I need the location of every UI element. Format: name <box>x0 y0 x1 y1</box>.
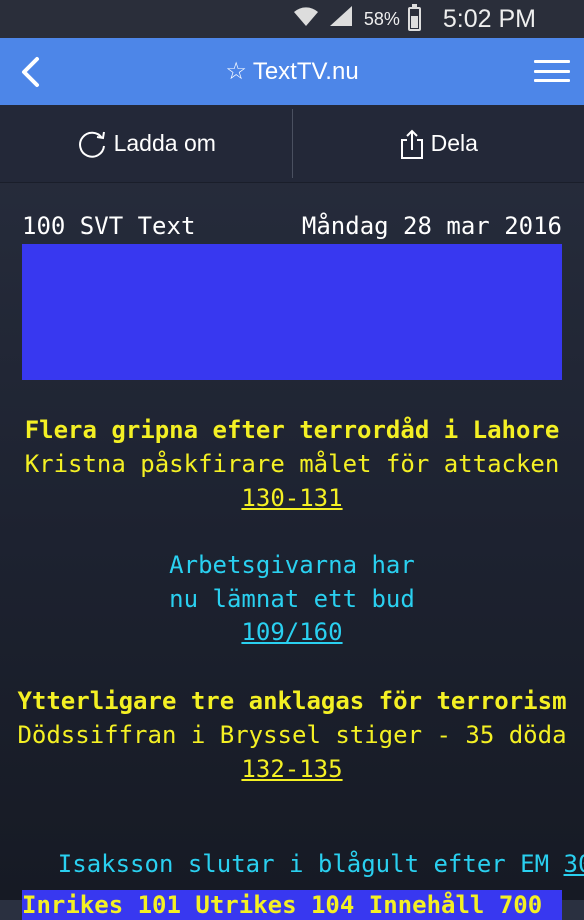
reload-button[interactable]: Ladda om <box>0 105 292 182</box>
action-bar: Ladda om Dela <box>0 105 584 183</box>
story2-link[interactable]: 109/160 <box>241 618 342 646</box>
battery-icon <box>408 7 421 31</box>
reload-label: Ladda om <box>114 130 216 157</box>
clock: 5:02 PM <box>443 5 536 34</box>
story2-line1: Arbetsgivarna har <box>0 551 584 579</box>
star-icon: ☆ <box>225 57 247 86</box>
share-icon <box>399 128 425 160</box>
story1-link[interactable]: 130-131 <box>241 484 342 512</box>
share-button[interactable]: Dela <box>293 105 584 182</box>
story3-link[interactable]: 132-135 <box>241 755 342 783</box>
battery-percent: 58% <box>364 9 400 30</box>
app-title-text: TextTV.nu <box>253 58 359 86</box>
menu-button[interactable] <box>534 54 570 88</box>
page-label: 100 SVT Text <box>22 212 195 240</box>
app-title: ☆ TextTV.nu <box>225 57 358 86</box>
wifi-icon <box>292 4 320 35</box>
teletext-header: 100 SVT Text Måndag 28 mar 2016 <box>22 212 562 240</box>
story3-sub: Dödssiffran i Bryssel stiger - 35 döda <box>0 721 584 749</box>
status-bar: 58% 5:02 PM <box>0 0 584 38</box>
story1-headline: Flera gripna efter terrordåd i Lahore <box>0 416 584 444</box>
story3-headline: Ytterligare tre anklagas för terrorism <box>0 687 584 715</box>
story2-line2: nu lämnat ett bud <box>0 585 584 613</box>
hamburger-icon <box>534 60 570 63</box>
app-bar: ☆ TextTV.nu <box>0 38 584 105</box>
page-date: Måndag 28 mar 2016 <box>302 212 562 240</box>
signal-icon <box>328 4 354 35</box>
teletext-logo-block <box>22 244 562 380</box>
teletext-bottom-nav[interactable]: Inrikes 101 Utrikes 104 Innehåll 700 <box>22 890 562 920</box>
refresh-icon <box>76 129 108 159</box>
share-label: Dela <box>431 130 478 157</box>
story4-link[interactable]: 300 <box>564 850 584 878</box>
teletext-page: 100 SVT Text Måndag 28 mar 2016 Flera gr… <box>0 182 584 900</box>
back-button[interactable] <box>10 52 50 92</box>
story1-sub: Kristna påskfirare målet för attacken <box>0 450 584 478</box>
story4-text: Isaksson slutar i blågult efter EM <box>58 850 564 878</box>
chevron-left-icon <box>19 56 41 88</box>
